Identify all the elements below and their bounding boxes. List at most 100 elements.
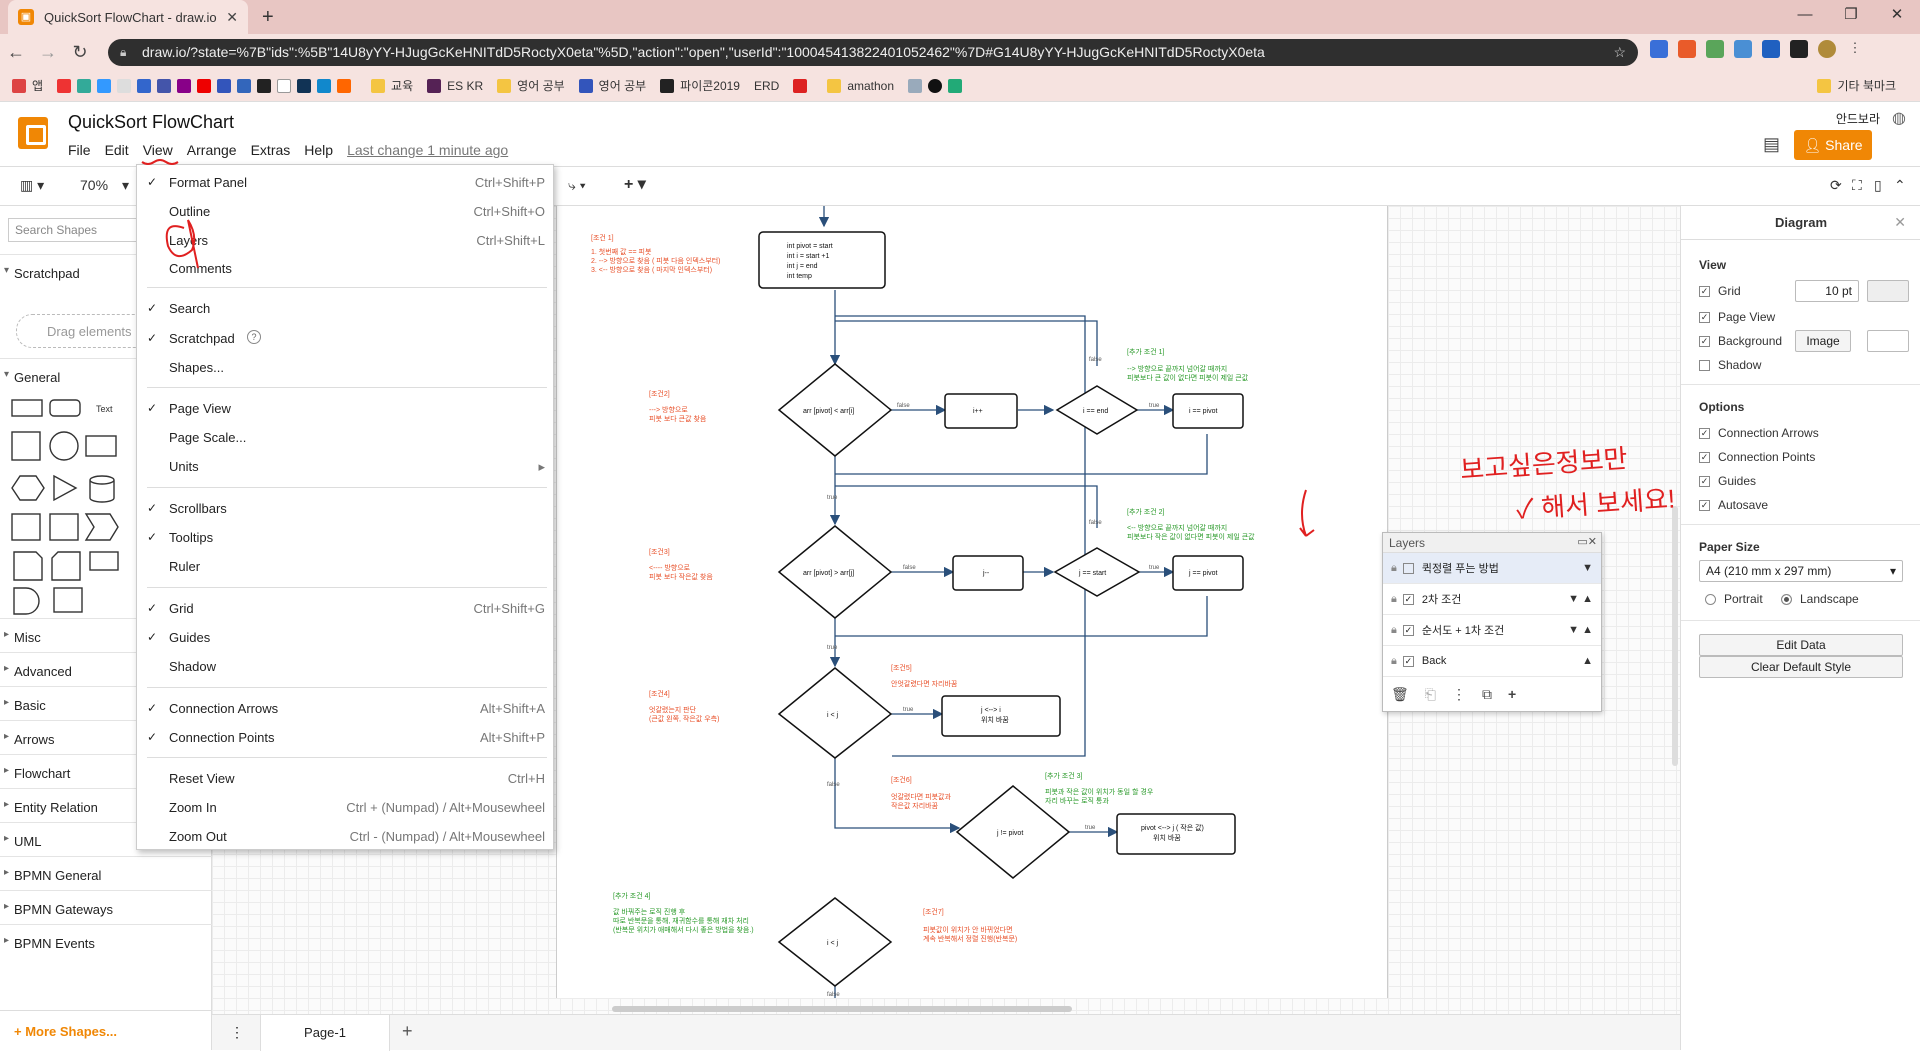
share-button[interactable]: 👤︎ Share xyxy=(1794,130,1872,160)
move-down-icon[interactable]: ▼ xyxy=(1582,562,1593,574)
shape-circle xyxy=(49,431,79,461)
paper-size-select[interactable]: A4 (210 mm x 297 mm) ▾ xyxy=(1699,560,1903,582)
star-icon[interactable]: ☆ xyxy=(1613,39,1626,66)
shadow-checkbox[interactable]: Shadow xyxy=(1699,358,1761,372)
minimize-icon[interactable]: — xyxy=(1782,0,1828,30)
extension-icon[interactable] xyxy=(1762,40,1780,58)
page-view-checkbox[interactable]: ✓ Page View xyxy=(1699,310,1775,324)
arrow-scribble xyxy=(1299,489,1315,537)
rotate-icon[interactable]: ⟳ xyxy=(1830,177,1842,194)
extension-icon[interactable] xyxy=(1678,40,1696,58)
checkbox-icon: ✓ xyxy=(1699,499,1710,511)
bookmark-amathon[interactable]: amathon xyxy=(827,78,894,93)
connection-arrows-checkbox[interactable]: ✓ Connection Arrows xyxy=(1699,426,1819,440)
page-view-label: Page View xyxy=(1718,310,1776,324)
menu-edit[interactable]: Edit xyxy=(105,142,129,158)
format-panel-icon[interactable]: ▯ xyxy=(1874,177,1882,194)
fullscreen-icon[interactable]: ⛶ xyxy=(1852,177,1862,194)
image-button[interactable]: Image xyxy=(1795,330,1851,352)
bookmark-pycon[interactable]: 파이콘2019 xyxy=(660,77,740,94)
checkbox-icon: ✓ xyxy=(1699,427,1710,439)
bookmark-apps[interactable]: 앱 xyxy=(12,77,43,94)
bookmark-eskr[interactable]: ES KR xyxy=(427,78,483,93)
shape-document xyxy=(13,551,43,581)
address-bar-row: ← → ↻ 🔒︎ draw.io/?state=%7B"ids":%5B"14U… xyxy=(0,34,1920,70)
connection-points-checkbox[interactable]: ✓ Connection Points xyxy=(1699,450,1815,464)
paper-size-heading: Paper Size xyxy=(1699,540,1760,554)
zoom-select[interactable]: 70% xyxy=(80,177,108,193)
bookmark-english[interactable]: 영어 공부 xyxy=(578,77,646,94)
document-title[interactable]: QuickSort FlowChart xyxy=(68,112,234,133)
view-toggle-icon[interactable]: ▥ ▾ xyxy=(20,177,44,194)
share-label: Share xyxy=(1825,137,1863,153)
drawio-logo-icon xyxy=(18,117,48,149)
landscape-radio[interactable]: Landscape xyxy=(1781,592,1859,606)
restore-icon[interactable]: ❐ xyxy=(1828,0,1874,30)
shape-callout xyxy=(89,551,119,571)
clear-default-style-button[interactable]: Clear Default Style xyxy=(1699,656,1903,678)
extension-icon[interactable] xyxy=(1734,40,1752,58)
back-icon[interactable]: ← xyxy=(0,42,32,63)
url-bar[interactable]: 🔒︎ draw.io/?state=%7B"ids":%5B"14U8yYY-H… xyxy=(108,39,1638,66)
autosave-checkbox[interactable]: ✓ Autosave xyxy=(1699,498,1768,512)
shape-cylinder xyxy=(89,475,115,503)
move-arrows-icon[interactable]: ▼ ▲ xyxy=(1568,593,1593,605)
avatar[interactable] xyxy=(1818,40,1836,58)
edit-data-button[interactable]: Edit Data xyxy=(1699,634,1903,656)
grid-color-swatch[interactable] xyxy=(1867,280,1909,302)
reload-icon[interactable]: ↻ xyxy=(64,42,96,63)
extension-icon[interactable] xyxy=(1706,40,1724,58)
guides-checkbox[interactable]: ✓ Guides xyxy=(1699,474,1756,488)
shape-rounded-rectangle xyxy=(49,399,81,417)
underline-scribble xyxy=(141,159,179,165)
checkbox-icon: ✓ xyxy=(1699,285,1710,297)
shape-cube xyxy=(49,513,79,541)
shape-rectangle xyxy=(11,399,43,417)
more-icon[interactable]: ⋮ xyxy=(1846,40,1864,58)
menu-file[interactable]: File xyxy=(68,142,91,158)
bookmark-erd[interactable]: ERD xyxy=(754,79,779,93)
divider xyxy=(1681,384,1920,385)
bookmark-folder[interactable]: 영어 공부 xyxy=(497,77,565,94)
more-shapes-button[interactable]: + More Shapes... xyxy=(0,1010,212,1050)
close-icon[interactable]: ✕ xyxy=(226,9,238,26)
page-tab[interactable]: Page-1 xyxy=(260,1015,390,1051)
shape-triangle xyxy=(53,474,78,502)
vertical-scrollbar[interactable] xyxy=(1672,506,1678,766)
bookmark-icons[interactable] xyxy=(57,78,357,93)
pages-menu-icon[interactable]: ⋮ xyxy=(230,1024,244,1041)
window-buttons-icon[interactable]: ▭✕ xyxy=(1577,535,1597,548)
guides-label: Guides xyxy=(1718,474,1757,488)
horizontal-scrollbar[interactable] xyxy=(612,1006,1072,1012)
extension-icon[interactable] xyxy=(1790,40,1808,58)
background-label: Background xyxy=(1718,334,1783,348)
landscape-label: Landscape xyxy=(1800,592,1859,606)
move-arrows-icon[interactable]: ▼ ▲ xyxy=(1568,624,1593,636)
new-tab-button[interactable]: + xyxy=(262,6,274,29)
comment-icon[interactable]: ▤ xyxy=(1763,134,1780,155)
grid-size-input[interactable]: 10 pt xyxy=(1795,280,1859,302)
forward-icon[interactable]: → xyxy=(32,42,64,63)
bookmark-folder[interactable]: 교육 xyxy=(371,77,413,94)
bookmark-other[interactable]: 기타 북마크 xyxy=(1817,77,1896,94)
background-checkbox[interactable]: ✓ Background xyxy=(1699,334,1782,348)
bookmark-icons-2[interactable] xyxy=(908,78,968,93)
move-up-icon[interactable]: ▲ xyxy=(1582,655,1593,667)
chevron-down-icon[interactable]: ▾ xyxy=(122,177,129,194)
grid-checkbox[interactable]: ✓ Grid xyxy=(1699,284,1741,298)
lock-icon: 🔒︎ xyxy=(120,45,127,59)
portrait-radio[interactable]: Portrait xyxy=(1705,592,1763,606)
shape-process xyxy=(85,435,117,457)
collapse-icon[interactable]: ⌃ xyxy=(1894,177,1906,194)
close-icon[interactable]: ✕ xyxy=(1894,214,1906,231)
globe-icon[interactable]: ◍ xyxy=(1892,108,1906,128)
language-selector[interactable]: 안드보라 xyxy=(1836,110,1880,127)
extension-icon[interactable] xyxy=(1650,40,1668,58)
bookmark-m[interactable] xyxy=(793,78,813,93)
checkbox-icon xyxy=(1699,359,1710,371)
add-page-icon[interactable]: + xyxy=(402,1021,413,1042)
close-window-icon[interactable]: ✕ xyxy=(1874,0,1920,30)
background-color-swatch[interactable] xyxy=(1867,330,1909,352)
shadow-label: Shadow xyxy=(1718,358,1762,372)
browser-tab[interactable]: ▣ QuickSort FlowChart - draw.io ✕ xyxy=(8,0,248,34)
